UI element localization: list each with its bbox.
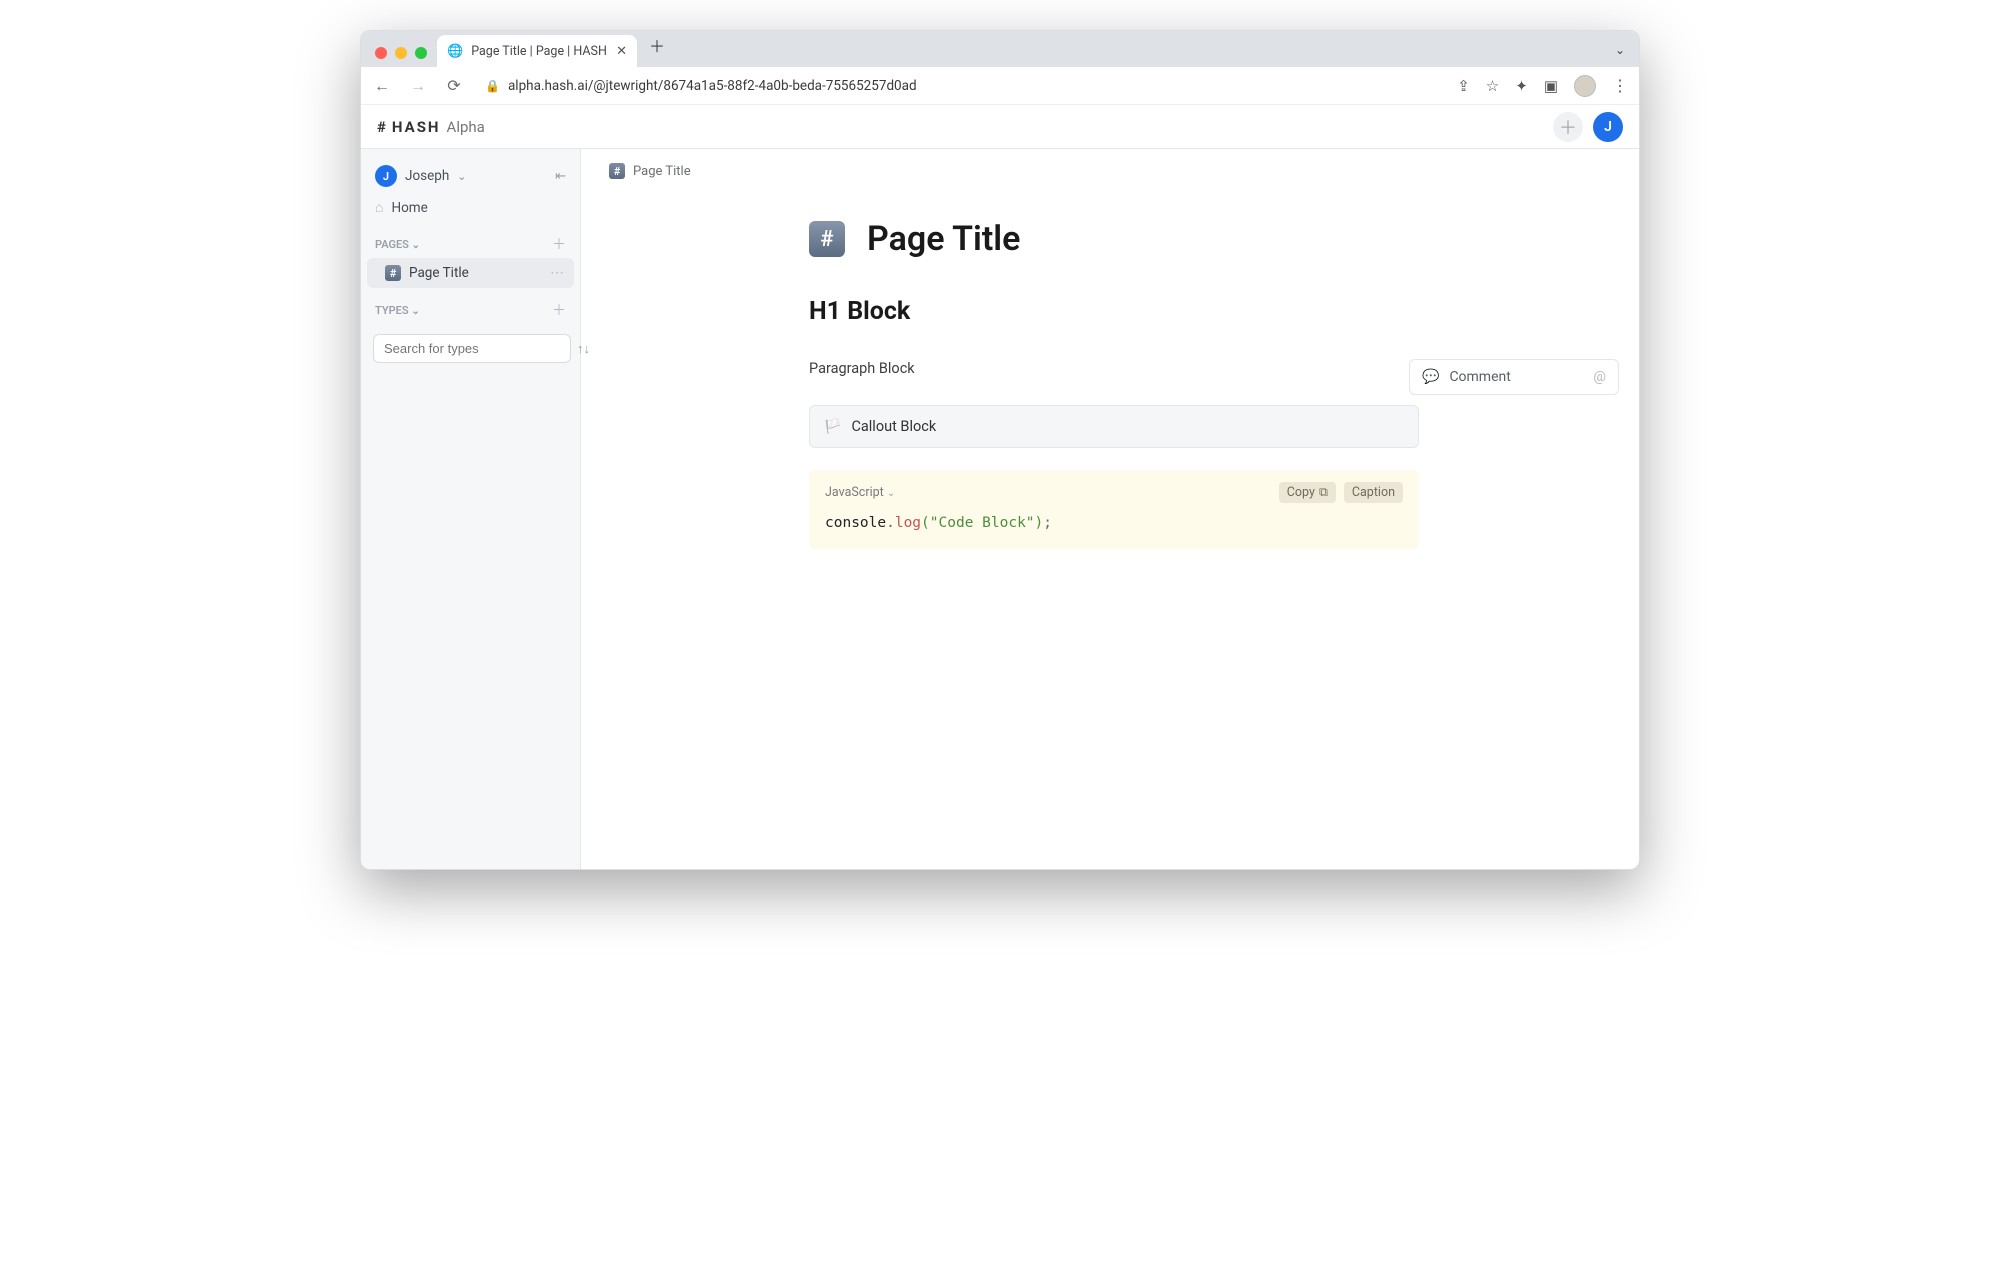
language-select[interactable]: JavaScript ⌄ (825, 485, 895, 500)
section-label: Pages (375, 238, 409, 251)
h1-block[interactable]: H1 Block (809, 297, 1419, 326)
add-page-button[interactable]: ＋ (552, 234, 566, 254)
page-icon: # (385, 265, 401, 281)
app-header: #HASH Alpha ＋ J (361, 105, 1639, 149)
search-input[interactable] (373, 334, 571, 363)
sidebar-item-label: Home (391, 200, 427, 216)
sidebar: J Joseph ⌄ ⇤ ⌂ Home Pages ⌄ ＋ # Page Tit… (361, 149, 581, 869)
url-bar[interactable]: 🔒 alpha.hash.ai/@jtewright/8674a1a5-88f2… (479, 78, 1443, 94)
reload-button[interactable]: ⟳ (443, 76, 465, 95)
caption-button[interactable]: Caption (1344, 482, 1403, 503)
profile-avatar-icon[interactable] (1574, 75, 1596, 97)
page-icon: # (609, 163, 625, 179)
tabs-overflow-icon[interactable]: ⌄ (1609, 37, 1639, 67)
minimize-window-icon[interactable] (395, 47, 407, 59)
callout-block[interactable]: 🏳️ Callout Block (809, 405, 1419, 448)
bookmark-icon[interactable]: ☆ (1486, 77, 1499, 95)
sidebar-item-home[interactable]: ⌂ Home (367, 193, 574, 222)
sidebar-section-pages[interactable]: Pages ⌄ ＋ (367, 222, 574, 258)
sidebar-section-types[interactable]: Types ⌄ ＋ (367, 288, 574, 324)
new-tab-button[interactable]: ＋ (637, 30, 677, 67)
code-header: JavaScript ⌄ Copy ⧉ Caption (825, 482, 1403, 503)
types-search-row: ↑↓ (367, 330, 574, 367)
maximize-window-icon[interactable] (415, 47, 427, 59)
flag-icon: 🏳️ (824, 419, 841, 435)
close-tab-icon[interactable]: ✕ (616, 44, 627, 59)
back-button[interactable]: ← (371, 76, 393, 96)
forward-button[interactable]: → (407, 76, 429, 96)
tab-title: Page Title | Page | HASH (471, 44, 607, 59)
page-more-icon[interactable]: ⋯ (550, 265, 564, 281)
window-controls (371, 47, 437, 67)
workspace-switcher[interactable]: J Joseph ⌄ ⇤ (367, 159, 574, 193)
page-title[interactable]: Page Title (867, 219, 1020, 259)
sidebar-item-label: Page Title (409, 265, 469, 281)
home-icon: ⌂ (375, 199, 383, 216)
breadcrumb[interactable]: # Page Title (609, 163, 1611, 179)
browser-addressbar: ← → ⟳ 🔒 alpha.hash.ai/@jtewright/8674a1a… (361, 67, 1639, 105)
close-window-icon[interactable] (375, 47, 387, 59)
copy-button[interactable]: Copy ⧉ (1279, 482, 1336, 503)
chevron-down-icon: ⌄ (412, 240, 420, 251)
create-button[interactable]: ＋ (1553, 112, 1583, 142)
add-type-button[interactable]: ＋ (552, 300, 566, 320)
user-avatar[interactable]: J (1593, 112, 1623, 142)
comment-icon: 💬 (1422, 369, 1439, 385)
sidepanel-icon[interactable]: ▣ (1544, 77, 1558, 95)
page-title-row: # Page Title (809, 219, 1419, 259)
browser-menu-icon[interactable]: ⋮ (1612, 76, 1629, 95)
workspace-avatar: J (375, 165, 397, 187)
hash-icon: # (377, 118, 388, 136)
collapse-sidebar-icon[interactable]: ⇤ (555, 169, 566, 184)
app-logo[interactable]: #HASH (377, 118, 441, 136)
chevron-down-icon: ⌄ (457, 170, 466, 183)
paragraph-block[interactable]: Paragraph Block (809, 360, 1419, 377)
workspace-name: Joseph (405, 168, 449, 184)
callout-text: Callout Block (851, 418, 936, 435)
browser-tab[interactable]: 🌐 Page Title | Page | HASH ✕ (437, 35, 637, 67)
extensions-icon[interactable]: ✦ (1515, 77, 1528, 95)
browser-window: 🌐 Page Title | Page | HASH ✕ ＋ ⌄ ← → ⟳ 🔒… (360, 30, 1640, 870)
comment-label: Comment (1449, 369, 1510, 385)
copy-icon: ⧉ (1319, 485, 1328, 500)
code-block[interactable]: JavaScript ⌄ Copy ⧉ Caption (809, 470, 1419, 549)
code-content[interactable]: console.log("Code Block"); (825, 515, 1403, 531)
browser-tabbar: 🌐 Page Title | Page | HASH ✕ ＋ ⌄ (361, 31, 1639, 67)
page-title-icon[interactable]: # (809, 221, 845, 257)
section-label: Types (375, 304, 409, 317)
page-content: # Page Title H1 Block Paragraph Block 🏳️… (809, 219, 1419, 549)
chevron-down-icon: ⌄ (887, 488, 895, 499)
chevron-down-icon: ⌄ (411, 306, 419, 317)
lock-icon: 🔒 (485, 79, 500, 93)
comment-input[interactable]: 💬 Comment @ (1409, 359, 1619, 395)
url-text: alpha.hash.ai/@jtewright/8674a1a5-88f2-4… (508, 78, 917, 94)
mention-icon[interactable]: @ (1593, 369, 1606, 385)
sidebar-item-page[interactable]: # Page Title ⋯ (367, 258, 574, 288)
app-stage-label: Alpha (447, 118, 485, 136)
app-body: J Joseph ⌄ ⇤ ⌂ Home Pages ⌄ ＋ # Page Tit… (361, 149, 1639, 869)
globe-icon: 🌐 (447, 44, 463, 59)
main-content: # Page Title # Page Title H1 Block Parag… (581, 149, 1639, 869)
share-icon[interactable]: ⇪ (1457, 77, 1470, 95)
breadcrumb-title: Page Title (633, 164, 691, 179)
